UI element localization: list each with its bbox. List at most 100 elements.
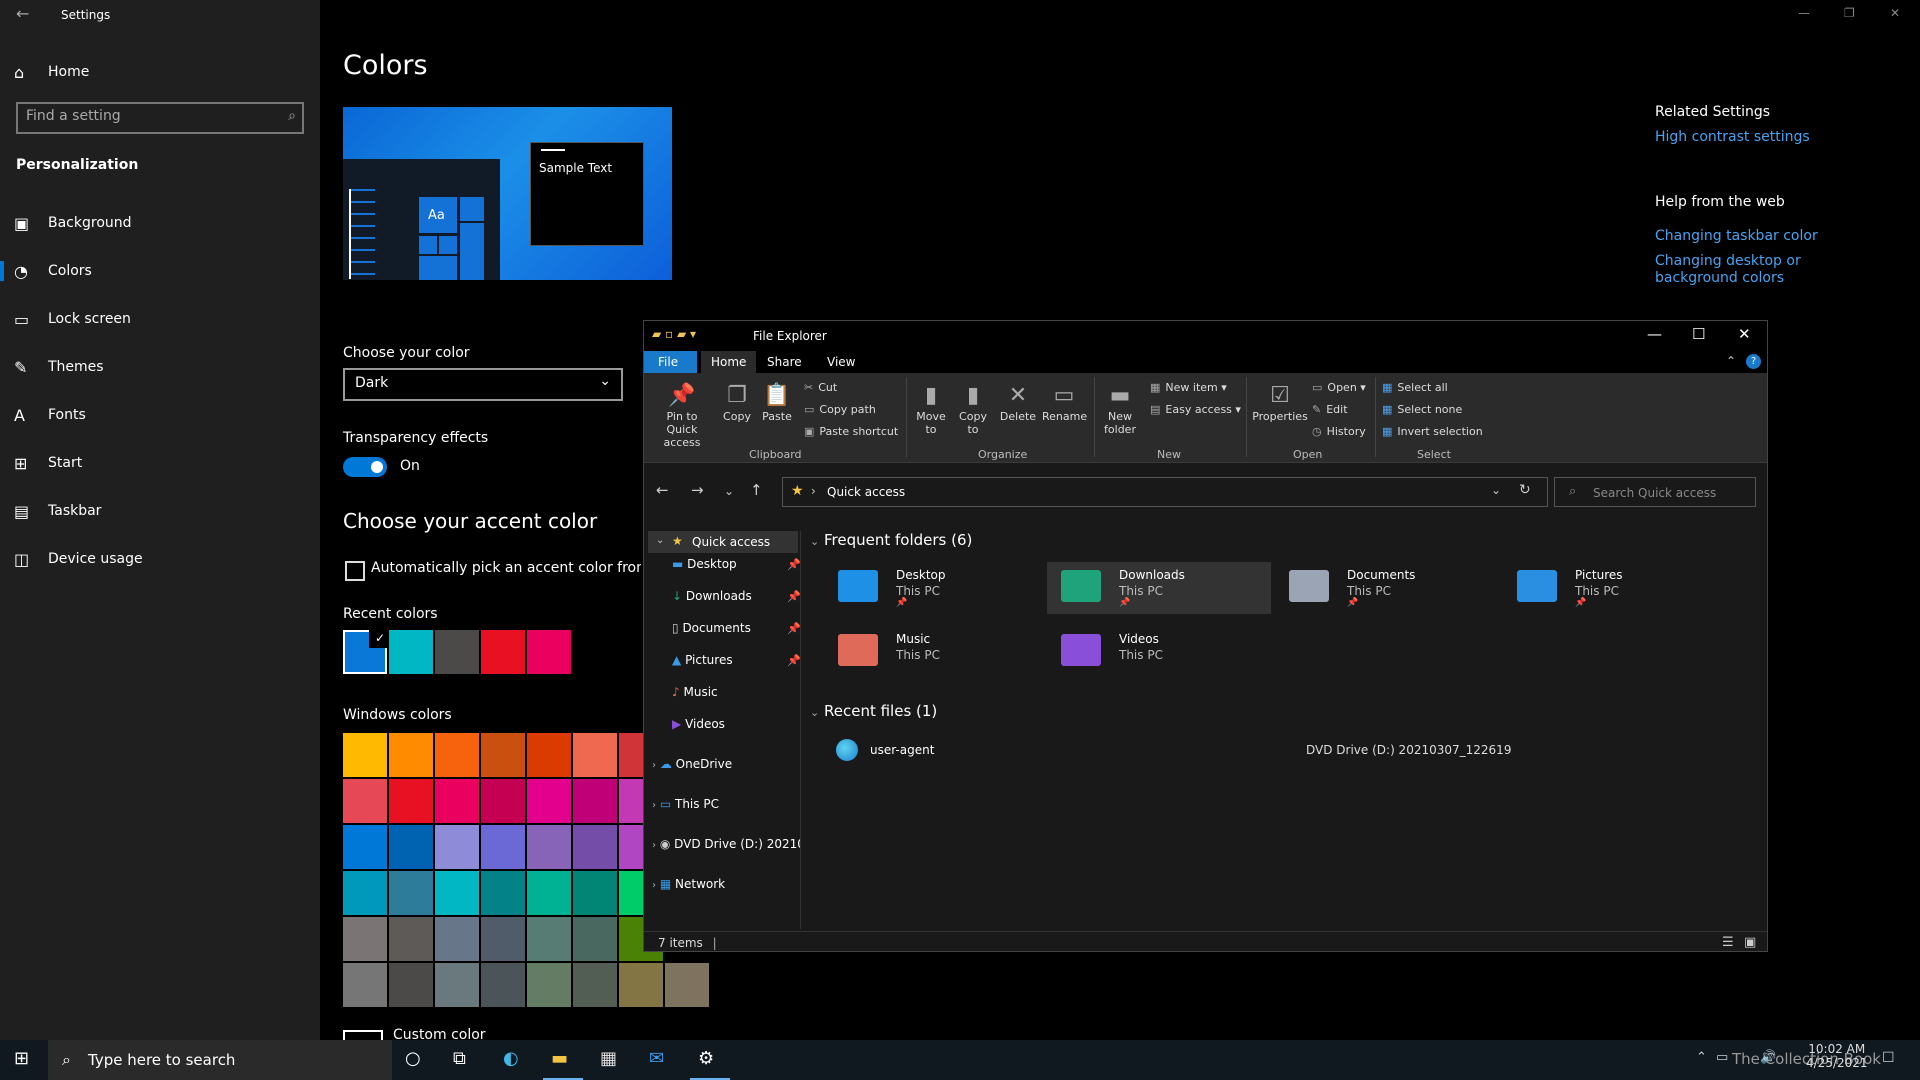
pin-quick-access-button[interactable]: 📌 Pin to Quick access: [650, 383, 714, 449]
windows-color-swatch[interactable]: [481, 963, 525, 1007]
help-link-desktop[interactable]: Changing desktop or background colors: [1655, 253, 1875, 287]
network-tray-icon[interactable]: ▭: [1716, 1050, 1728, 1065]
delete-button[interactable]: ✕ Delete: [998, 383, 1038, 423]
tab-share[interactable]: Share: [757, 351, 812, 373]
custom-color-button[interactable]: [343, 1030, 383, 1040]
properties-button[interactable]: ☑ Properties: [1252, 383, 1308, 423]
mail-icon[interactable]: ✉: [649, 1048, 664, 1069]
windows-color-swatch[interactable]: [481, 779, 525, 823]
windows-color-swatch[interactable]: [573, 963, 617, 1007]
taskbar-search-input[interactable]: ⌕ Type here to search: [48, 1040, 392, 1080]
windows-color-swatch[interactable]: [665, 963, 709, 1007]
close-icon[interactable]: ✕: [1890, 6, 1900, 20]
windows-color-swatch[interactable]: [343, 963, 387, 1007]
windows-color-swatch[interactable]: [527, 963, 571, 1007]
windows-color-swatch[interactable]: [435, 871, 479, 915]
nav-music[interactable]: ♪ Music: [672, 685, 718, 699]
easy-access-button[interactable]: ▤ Easy access ▾: [1150, 403, 1241, 416]
windows-color-swatch[interactable]: [389, 733, 433, 777]
high-contrast-link[interactable]: High contrast settings: [1655, 129, 1810, 145]
recent-color-swatch[interactable]: [435, 630, 479, 674]
recent-locations-icon[interactable]: ⌄: [724, 484, 734, 498]
windows-color-swatch[interactable]: [389, 871, 433, 915]
task-view-icon[interactable]: ⧉: [453, 1048, 466, 1069]
nav-lock-screen[interactable]: ▭ Lock screen: [0, 299, 320, 339]
close-icon[interactable]: ✕: [1738, 325, 1751, 343]
choose-color-dropdown[interactable]: Dark ⌄: [343, 368, 623, 401]
taskbar-clock[interactable]: 10:02 AM 4/25/2021: [1806, 1042, 1868, 1070]
recent-color-swatch[interactable]: [389, 630, 433, 674]
up-icon[interactable]: ↑: [750, 481, 763, 499]
new-item-button[interactable]: ▦ New item ▾: [1150, 381, 1227, 394]
nav-colors[interactable]: ◔ Colors: [0, 251, 320, 291]
nav-this-pc[interactable]: › ▭ This PC: [652, 797, 719, 811]
windows-color-swatch[interactable]: [435, 733, 479, 777]
copy-path-button[interactable]: ▭ Copy path: [804, 403, 876, 416]
windows-color-swatch[interactable]: [389, 963, 433, 1007]
address-dropdown-icon[interactable]: ⌄: [1491, 483, 1501, 497]
windows-color-swatch[interactable]: [343, 871, 387, 915]
tab-file[interactable]: File: [644, 351, 697, 373]
folder-tile[interactable]: Pictures This PC 📌: [1503, 562, 1727, 614]
windows-start-icon[interactable]: ⊞: [14, 1048, 29, 1069]
recent-file-row[interactable]: user-agent DVD Drive (D:) 20210307_12261…: [836, 739, 1736, 761]
recent-files-heading[interactable]: ⌄ Recent files (1): [810, 702, 937, 720]
windows-color-swatch[interactable]: [389, 825, 433, 869]
windows-color-swatch[interactable]: [573, 871, 617, 915]
details-view-icon[interactable]: ☰: [1722, 935, 1734, 950]
windows-color-swatch[interactable]: [435, 825, 479, 869]
windows-color-swatch[interactable]: [481, 917, 525, 961]
store-icon[interactable]: ▦: [600, 1048, 617, 1069]
forward-icon[interactable]: →: [691, 481, 704, 499]
nav-onedrive[interactable]: › ☁ OneDrive: [652, 757, 732, 771]
new-folder-button[interactable]: ▬ New folder: [1100, 383, 1140, 436]
nav-background[interactable]: ▣ Background: [0, 203, 320, 243]
cut-button[interactable]: ✂ Cut: [804, 381, 837, 394]
windows-color-swatch[interactable]: [481, 825, 525, 869]
windows-color-swatch[interactable]: [527, 733, 571, 777]
file-explorer-taskbar-icon[interactable]: ▬: [551, 1048, 568, 1069]
nav-home[interactable]: ⌂ Home: [0, 52, 320, 92]
recent-color-swatch[interactable]: ✓: [343, 630, 387, 674]
nav-pictures[interactable]: ▲ Pictures: [672, 653, 733, 667]
paste-button[interactable]: 📋 Paste: [760, 383, 794, 423]
tab-view[interactable]: View: [817, 351, 865, 373]
windows-color-swatch[interactable]: [573, 825, 617, 869]
nav-taskbar[interactable]: ▤ Taskbar: [0, 491, 320, 531]
cortana-icon[interactable]: ○: [405, 1048, 421, 1069]
restore-icon[interactable]: ❐: [1844, 6, 1855, 20]
windows-color-swatch[interactable]: [573, 733, 617, 777]
open-button[interactable]: ▭ Open ▾: [1312, 381, 1366, 394]
maximize-icon[interactable]: ☐: [1692, 325, 1705, 343]
windows-color-swatch[interactable]: [343, 917, 387, 961]
edge-browser-icon[interactable]: ◐: [503, 1048, 519, 1069]
frequent-folders-heading[interactable]: ⌄ Frequent folders (6): [810, 531, 972, 549]
paste-shortcut-button[interactable]: ▣ Paste shortcut: [804, 425, 898, 438]
windows-color-swatch[interactable]: [435, 963, 479, 1007]
windows-color-swatch[interactable]: [481, 733, 525, 777]
settings-search-input[interactable]: Find a setting ⌕: [16, 102, 304, 134]
nav-themes[interactable]: ✎ Themes: [0, 347, 320, 387]
windows-color-swatch[interactable]: [435, 917, 479, 961]
nav-start[interactable]: ⊞ Start: [0, 443, 320, 483]
folder-tile[interactable]: Music This PC: [824, 626, 1048, 678]
tab-home[interactable]: Home: [701, 351, 757, 373]
notifications-icon[interactable]: ☐: [1882, 1050, 1895, 1066]
refresh-icon[interactable]: ↻: [1519, 482, 1531, 498]
minimize-icon[interactable]: —: [1798, 6, 1810, 20]
nav-documents[interactable]: ▯ Documents: [672, 621, 751, 635]
windows-color-swatch[interactable]: [389, 917, 433, 961]
large-icons-view-icon[interactable]: ▣: [1744, 935, 1756, 950]
show-hidden-icons-icon[interactable]: ⌃: [1696, 1050, 1707, 1065]
history-button[interactable]: ◷ History: [1312, 425, 1366, 438]
minimize-icon[interactable]: —: [1647, 325, 1662, 343]
windows-color-swatch[interactable]: [527, 871, 571, 915]
nav-downloads[interactable]: ↓ Downloads: [672, 589, 752, 603]
windows-color-swatch[interactable]: [481, 871, 525, 915]
select-none-button[interactable]: ▦ Select none: [1382, 403, 1462, 416]
rename-button[interactable]: ▭ Rename: [1042, 383, 1087, 423]
recent-color-swatch[interactable]: [527, 630, 571, 674]
windows-color-swatch[interactable]: [343, 779, 387, 823]
nav-quick-access[interactable]: ⌄ ★ Quick access: [648, 531, 798, 553]
folder-tile[interactable]: Documents This PC 📌: [1275, 562, 1499, 614]
